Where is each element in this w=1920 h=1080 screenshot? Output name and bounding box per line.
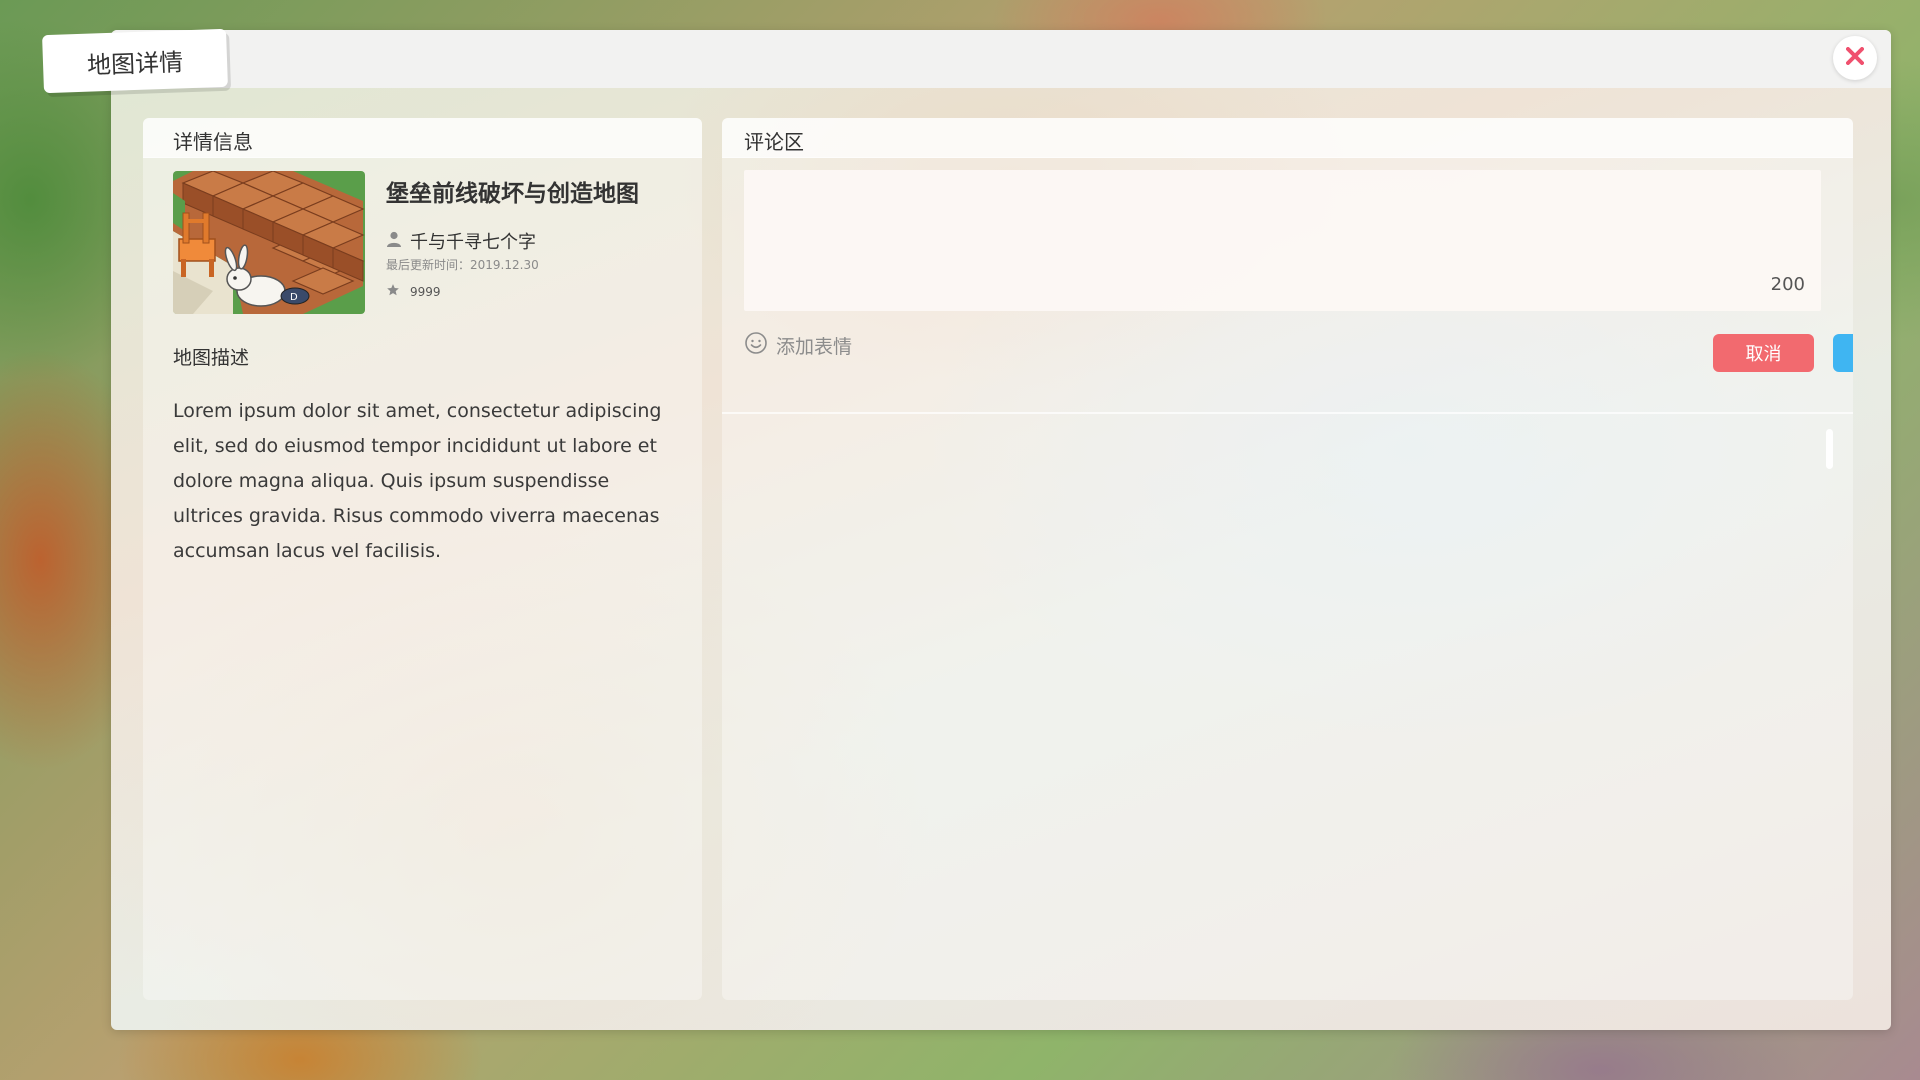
comment-input-box: 200 (744, 170, 1821, 311)
map-details-window: 地图详情 详情信息 D 堡垒前线破坏与创造地图 千与千寻七个字 最后更新时间：2… (42, 28, 1891, 1030)
smiley-icon (744, 331, 776, 360)
comments-scrollbar[interactable] (1826, 429, 1833, 469)
rating-value: 9999 (410, 284, 441, 299)
comments-header: 评论区 (722, 118, 1853, 158)
add-emoji-button[interactable]: 添加表情 (744, 331, 852, 360)
author-name[interactable]: 千与千寻七个字 (410, 228, 536, 254)
close-icon (1846, 47, 1864, 69)
user-icon (386, 231, 410, 252)
window-title: 地图详情 (42, 28, 228, 94)
comment-input[interactable] (744, 170, 1821, 311)
submit-comment-button[interactable]: 留言 (1833, 334, 1853, 372)
comments-panel: 评论区 200 添加表情 取消 留言 (722, 118, 1853, 1000)
description-title: 地图描述 (173, 347, 250, 369)
window-header (111, 30, 1891, 88)
map-title: 堡垒前线破坏与创造地图 (386, 181, 639, 207)
details-header: 详情信息 (143, 118, 702, 158)
description-text: Lorem ipsum dolor sit amet, consectetur … (173, 400, 662, 562)
details-panel: 详情信息 D 堡垒前线破坏与创造地图 千与千寻七个字 最后更新时间：2019.1… (143, 118, 702, 1000)
cancel-button[interactable]: 取消 (1713, 334, 1814, 372)
rating-row: 9999 (386, 283, 441, 300)
author-row: 千与千寻七个字 (386, 228, 536, 254)
close-button[interactable] (1833, 36, 1877, 80)
last-updated: 最后更新时间：2019.12.30 (386, 258, 539, 272)
comments-divider (722, 412, 1853, 414)
add-emoji-label: 添加表情 (776, 336, 853, 358)
char-limit: 200 (1770, 274, 1805, 295)
map-thumbnail: D (173, 171, 365, 314)
star-icon (386, 283, 410, 300)
svg-text:D: D (290, 292, 298, 303)
